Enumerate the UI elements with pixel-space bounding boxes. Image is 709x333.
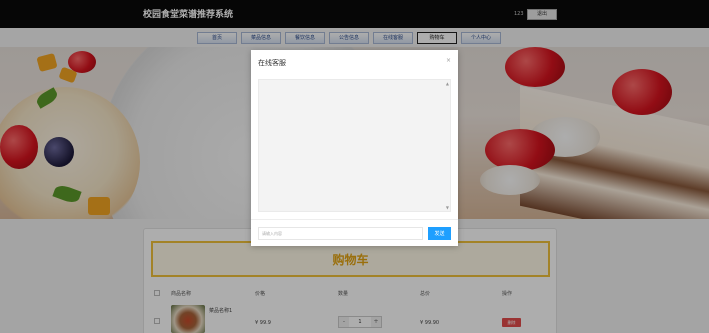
close-icon[interactable]: × [446,57,451,64]
modal-divider [251,219,458,220]
chat-message-area[interactable]: ▲ ▼ [258,79,451,212]
send-button[interactable]: 发送 [428,227,451,240]
chat-modal: 在线客服 × ▲ ▼ 发送 [251,50,458,246]
scroll-up-arrow-icon[interactable]: ▲ [446,81,449,86]
message-input[interactable] [258,227,423,240]
modal-title: 在线客服 [258,59,286,67]
scroll-down-arrow-icon[interactable]: ▼ [446,205,449,210]
